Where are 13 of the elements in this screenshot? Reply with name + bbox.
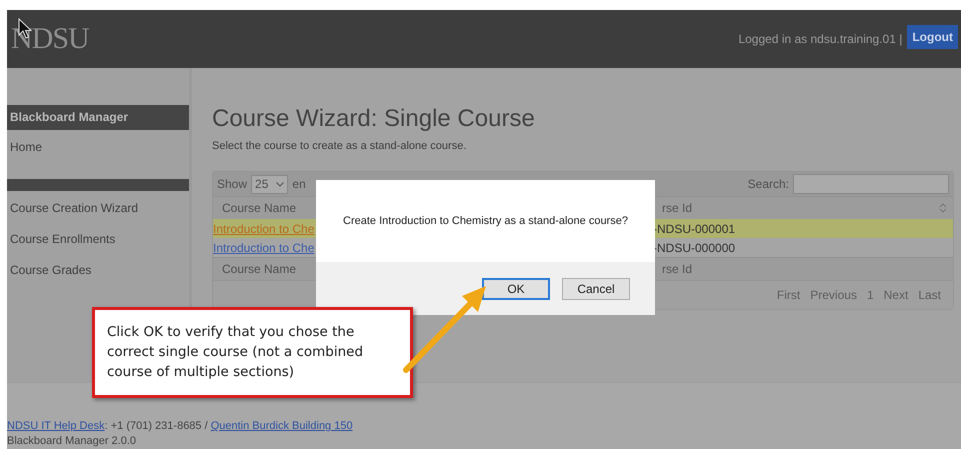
phone-text: : +1 (701) 231-8685 /	[104, 420, 209, 432]
callout-note: Click OK to verify that you chose the correct single course (not a combined course of multiple sections)	[92, 307, 413, 398]
show-label: Show	[217, 177, 248, 191]
table-cell-text: -NDSU-000000	[653, 240, 736, 254]
version-text: Blackboard Manager 2.0.0	[7, 435, 138, 448]
user-text: Logged in as ndsu.training.01 |	[738, 32, 902, 46]
search-label: Search:	[748, 177, 789, 191]
page-title: Course Wizard: Single Course	[212, 105, 536, 134]
entries-label: en	[292, 177, 306, 191]
table-cell-text: -NDSU-000001	[653, 222, 736, 236]
page-subtitle: Select the course to create as a stand-alone course.	[212, 140, 468, 154]
sidebar-heading: Blackboard Manager	[7, 105, 189, 130]
dialog-message: Create Introduction to Chemistry as a stand-alone course?	[342, 214, 629, 229]
